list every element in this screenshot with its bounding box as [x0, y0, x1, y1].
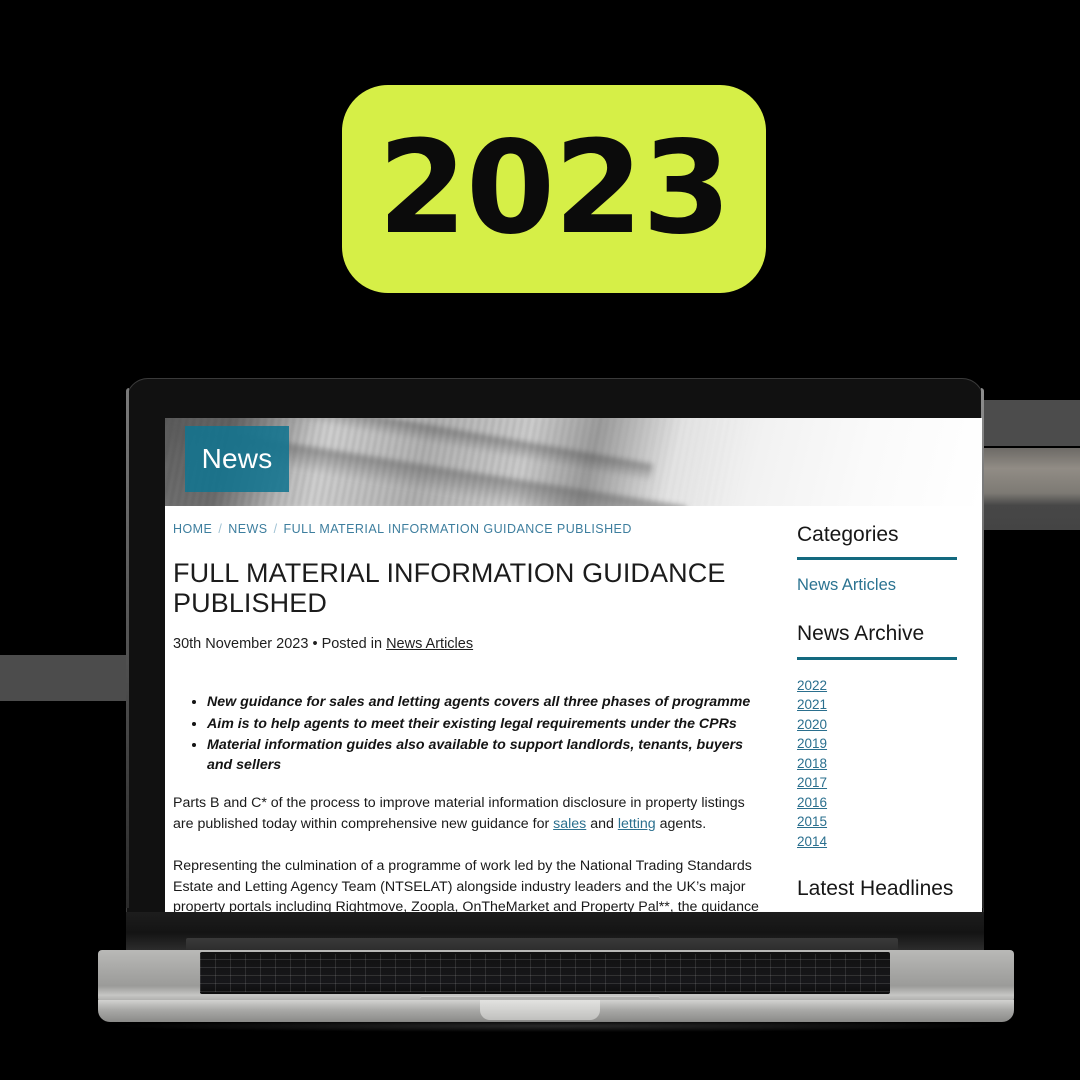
list-item: Material information guides also availab… — [207, 735, 767, 775]
article-column: HOME / NEWS / FULL MATERIAL INFORMATION GUID… — [165, 506, 783, 912]
hero-section-badge: News — [185, 426, 289, 492]
breadcrumb-item-home[interactable]: HOME — [173, 522, 212, 536]
hero-banner: News — [165, 418, 982, 506]
list-item: New guidance for sales and letting agent… — [207, 692, 767, 712]
keyboard-keys — [200, 954, 890, 992]
archive-year-2018[interactable]: 2018 — [797, 754, 982, 774]
archive-year-list: 2022 2021 2020 2019 2018 2017 2016 2015 … — [797, 676, 982, 852]
archive-year-2015[interactable]: 2015 — [797, 812, 982, 832]
archive-divider — [797, 656, 957, 660]
categories-divider — [797, 557, 957, 561]
article-paragraph-1: Parts B and C* of the process to improve… — [173, 793, 767, 834]
list-item: Aim is to help agents to meet their exis… — [207, 714, 767, 734]
laptop-screen: News HOME / NEWS / FULL MATERIAL INFORMATION… — [165, 418, 982, 912]
paragraph-text: and — [586, 815, 618, 832]
laptop-keyboard — [200, 952, 890, 994]
sidebar: Categories News Articles News Archive 20… — [783, 506, 982, 902]
archive-year-2014[interactable]: 2014 — [797, 832, 982, 852]
breadcrumb: HOME / NEWS / FULL MATERIAL INFORMATION GUID… — [173, 522, 767, 536]
laptop-mockup: News HOME / NEWS / FULL MATERIAL INFORMATION… — [0, 0, 1080, 1080]
archive-year-2021[interactable]: 2021 — [797, 695, 982, 715]
article-paragraph-2: Representing the culmination of a progra… — [173, 858, 759, 912]
paragraph-text: agents. — [655, 815, 707, 832]
sales-guidance-link[interactable]: sales — [553, 816, 586, 832]
laptop-shadow — [118, 1020, 994, 1032]
categories-heading: Categories — [797, 523, 899, 546]
webpage: News HOME / NEWS / FULL MATERIAL INFORMATION… — [165, 418, 982, 912]
sidebar-item-news-articles[interactable]: News Articles — [797, 576, 982, 595]
key-points-list: New guidance for sales and letting agent… — [173, 692, 767, 775]
hero-section-label: News — [201, 443, 273, 474]
letting-guidance-link[interactable]: letting — [618, 816, 656, 832]
article-meta: 30th November 2023 • Posted in News Arti… — [173, 636, 767, 652]
latest-headlines-heading: Latest Headlines — [797, 876, 954, 900]
breadcrumb-item-news[interactable]: NEWS — [228, 522, 267, 536]
article-date: 30th November 2023 — [173, 636, 309, 653]
archive-heading: News Archive — [797, 622, 925, 646]
breadcrumb-item-current: FULL MATERIAL INFORMATION GUIDANCE PUBLI… — [283, 522, 632, 536]
archive-year-2019[interactable]: 2019 — [797, 734, 982, 754]
posted-in-label: Posted in — [321, 636, 383, 653]
page-title: FULL MATERIAL INFORMATION GUIDANCE PUBLI… — [173, 558, 726, 619]
breadcrumb-separator: / — [273, 522, 278, 536]
page-body: HOME / NEWS / FULL MATERIAL INFORMATION GUID… — [165, 506, 982, 912]
breadcrumb-separator: / — [218, 522, 223, 536]
laptop-base-notch — [480, 1000, 600, 1020]
archive-year-2022[interactable]: 2022 — [797, 676, 982, 696]
meta-separator: • — [312, 636, 318, 653]
archive-year-2020[interactable]: 2020 — [797, 715, 982, 735]
archive-year-2017[interactable]: 2017 — [797, 773, 982, 793]
article-category-link[interactable]: News Articles — [386, 636, 473, 652]
archive-year-2016[interactable]: 2016 — [797, 793, 982, 813]
category-list: News Articles — [797, 576, 982, 595]
